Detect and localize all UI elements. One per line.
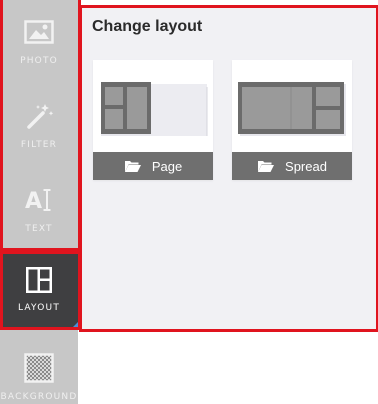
folder-open-icon — [124, 159, 142, 173]
page-layout-thumbnail — [93, 60, 213, 152]
sidebar-item-layout[interactable]: LAYOUT — [0, 248, 78, 328]
sidebar-item-background[interactable]: BACKGROUND — [0, 336, 78, 404]
app-root: PHOTO FILTER A TEXT LAYOUT BACKGROUND Ch… — [0, 0, 378, 404]
layout-grid-icon — [22, 264, 56, 296]
sidebar-item-label: BACKGROUND — [0, 392, 78, 402]
layout-card-label: Spread — [285, 158, 327, 174]
folder-open-icon — [257, 159, 275, 173]
sidebar: PHOTO FILTER A TEXT LAYOUT BACKGROUND — [0, 0, 78, 404]
checker-pattern-icon — [22, 352, 56, 384]
sidebar-item-label: TEXT — [25, 224, 53, 234]
layout-card-label: Page — [151, 158, 183, 174]
change-layout-panel: Change layout Page Spread — [80, 8, 376, 330]
panel-title: Change layout — [92, 18, 203, 35]
text-cursor-icon: A — [22, 184, 56, 216]
sidebar-item-photo[interactable]: PHOTO — [0, 0, 78, 84]
svg-text:A: A — [25, 189, 42, 214]
magic-wand-icon — [22, 100, 56, 132]
layout-card-spread[interactable]: Spread — [232, 60, 352, 180]
sidebar-item-label: PHOTO — [20, 56, 58, 66]
layout-card-label-bar: Spread — [232, 152, 352, 180]
layout-card-page[interactable]: Page — [93, 60, 213, 180]
spread-layout-thumbnail — [232, 60, 352, 152]
sidebar-item-text[interactable]: A TEXT — [0, 168, 78, 252]
photo-icon — [22, 16, 56, 48]
active-corner-marker — [72, 322, 78, 328]
layout-card-label-bar: Page — [93, 152, 213, 180]
sidebar-item-label: FILTER — [20, 140, 58, 150]
sidebar-item-label: LAYOUT — [17, 303, 61, 313]
sidebar-item-filter[interactable]: FILTER — [0, 84, 78, 168]
